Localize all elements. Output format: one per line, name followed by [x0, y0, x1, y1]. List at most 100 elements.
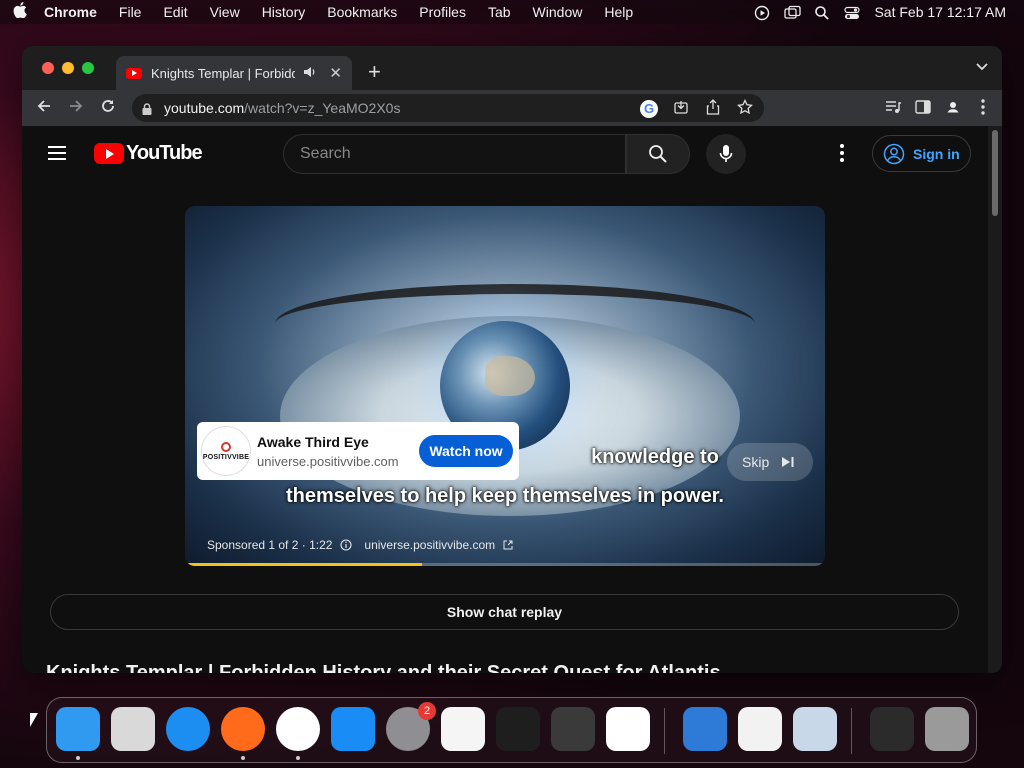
address-bar[interactable]: youtube.com/watch?v=z_YeaMO2X0s G: [132, 94, 764, 122]
ad-text: Awake Third Eye universe.positivvibe.com: [257, 434, 417, 469]
advertiser-logo[interactable]: POSITIVVIBE: [201, 426, 251, 476]
control-center-icon[interactable]: [844, 5, 861, 19]
forward-button[interactable]: [60, 98, 92, 119]
search-icon: [649, 145, 667, 163]
guide-menu-icon[interactable]: [48, 146, 66, 160]
spotlight-search-icon[interactable]: [814, 5, 830, 20]
search-placeholder: Search: [300, 145, 351, 162]
ad-url[interactable]: universe.positivvibe.com: [257, 454, 417, 469]
new-tab-button[interactable]: +: [368, 59, 381, 85]
account-circle-icon: [883, 143, 905, 164]
dock-separator: [851, 708, 852, 754]
ad-earth-land-artwork: [485, 356, 535, 396]
terminal-icon[interactable]: [496, 707, 540, 751]
menu-bookmarks[interactable]: Bookmarks: [316, 4, 408, 20]
weather-icon[interactable]: [683, 707, 727, 751]
media-controls-icon[interactable]: [884, 100, 902, 117]
keynote-icon[interactable]: [738, 707, 782, 751]
positivvibe-logo-icon: [221, 441, 231, 452]
dock: 2: [46, 697, 977, 763]
reload-button[interactable]: [92, 98, 124, 119]
active-tab[interactable]: Knights Templar | Forbidden History and …: [116, 56, 352, 90]
system-settings-icon[interactable]: 2: [386, 702, 436, 751]
microphone-icon: [719, 145, 733, 162]
sponsor-url[interactable]: universe.positivvibe.com: [364, 538, 495, 552]
url-host: youtube.com: [164, 100, 245, 116]
scrollbar-thumb[interactable]: [992, 130, 998, 216]
external-link-icon: [503, 540, 513, 550]
safari-icon[interactable]: [166, 707, 210, 751]
sign-in-label: Sign in: [913, 145, 960, 162]
menu-edit[interactable]: Edit: [152, 4, 198, 20]
skip-ad-button[interactable]: Skip: [727, 443, 813, 481]
youtube-logo[interactable]: YouTube: [94, 142, 203, 165]
dock-separator: [664, 708, 665, 754]
site-info-lock-icon[interactable]: [142, 102, 152, 115]
sign-in-button[interactable]: Sign in: [872, 135, 971, 172]
tab-audio-icon[interactable]: [303, 66, 317, 81]
back-button[interactable]: [28, 98, 60, 119]
trash-icon[interactable]: [925, 707, 969, 751]
garageband-icon[interactable]: [551, 707, 595, 751]
mouse-cursor-icon: [30, 713, 38, 727]
running-indicator: [296, 756, 300, 760]
bookmark-star-icon[interactable]: [736, 98, 754, 118]
video-player[interactable]: knowledge to themselves to help keep the…: [185, 206, 825, 566]
sponsor-info: Sponsored 1 of 2 · 1:22 universe.positiv…: [207, 538, 513, 552]
youtube-favicon-icon: [126, 67, 142, 79]
menu-tab[interactable]: Tab: [477, 4, 522, 20]
skip-label: Skip: [742, 454, 770, 470]
youtube-play-logo-icon: [94, 143, 124, 164]
minimize-window-button[interactable]: [62, 62, 74, 74]
ad-title[interactable]: Awake Third Eye: [257, 434, 417, 450]
menubar-clock[interactable]: Sat Feb 17 12:17 AM: [874, 4, 1006, 20]
downloads-stack-icon[interactable]: [870, 707, 914, 751]
settings-more-icon[interactable]: [840, 144, 844, 165]
sponsor-text: Sponsored 1 of 2 · 1:22: [207, 538, 333, 552]
side-panel-icon[interactable]: [914, 100, 932, 117]
apple-menu-icon[interactable]: [0, 2, 40, 22]
profile-avatar-icon[interactable]: [944, 98, 962, 119]
vscode-icon[interactable]: [606, 707, 650, 751]
chrome-icon[interactable]: [276, 707, 320, 751]
screen-mirroring-icon[interactable]: [784, 5, 802, 19]
chrome-window: Knights Templar | Forbidden History and …: [22, 46, 1002, 673]
menu-profiles[interactable]: Profiles: [408, 4, 477, 20]
textedit-icon[interactable]: [441, 707, 485, 751]
watch-now-button[interactable]: Watch now: [419, 435, 513, 467]
close-tab-icon[interactable]: ✕: [329, 64, 342, 82]
menu-history[interactable]: History: [251, 4, 317, 20]
running-indicator: [241, 756, 245, 760]
youtube-header: YouTube Search Sign in: [22, 126, 988, 182]
finder-icon[interactable]: [56, 707, 100, 751]
menu-window[interactable]: Window: [522, 4, 594, 20]
menu-file[interactable]: File: [108, 4, 153, 20]
launchpad-icon[interactable]: [111, 707, 155, 751]
search-input[interactable]: Search: [283, 134, 626, 174]
app-store-icon[interactable]: [331, 707, 375, 751]
page-scrollbar[interactable]: [988, 126, 1002, 673]
preview-icon[interactable]: [793, 707, 837, 751]
tab-title: Knights Templar | Forbidden History and …: [151, 65, 296, 81]
zoom-window-button[interactable]: [82, 62, 94, 74]
firefox-icon[interactable]: [221, 707, 265, 751]
ad-progress-fill: [185, 563, 422, 566]
menu-help[interactable]: Help: [593, 4, 644, 20]
info-icon[interactable]: [340, 539, 352, 551]
search-button[interactable]: [626, 134, 690, 174]
share-icon[interactable]: [704, 99, 722, 118]
show-chat-replay-button[interactable]: Show chat replay: [50, 594, 959, 630]
install-app-icon[interactable]: [672, 99, 690, 118]
tab-search-chevron-icon[interactable]: [976, 60, 988, 74]
menu-app-name[interactable]: Chrome: [40, 4, 108, 20]
close-window-button[interactable]: [42, 62, 54, 74]
ad-progress-bar[interactable]: [185, 563, 825, 566]
ad-overlay-card[interactable]: POSITIVVIBE Awake Third Eye universe.pos…: [197, 422, 519, 480]
tab-strip: Knights Templar | Forbidden History and …: [22, 46, 1002, 90]
advertiser-brand: POSITIVVIBE: [202, 453, 250, 461]
now-playing-icon[interactable]: [754, 5, 770, 21]
google-lens-icon[interactable]: G: [640, 99, 658, 118]
chrome-menu-icon[interactable]: [974, 99, 992, 118]
menu-view[interactable]: View: [199, 4, 251, 20]
voice-search-button[interactable]: [706, 134, 746, 174]
